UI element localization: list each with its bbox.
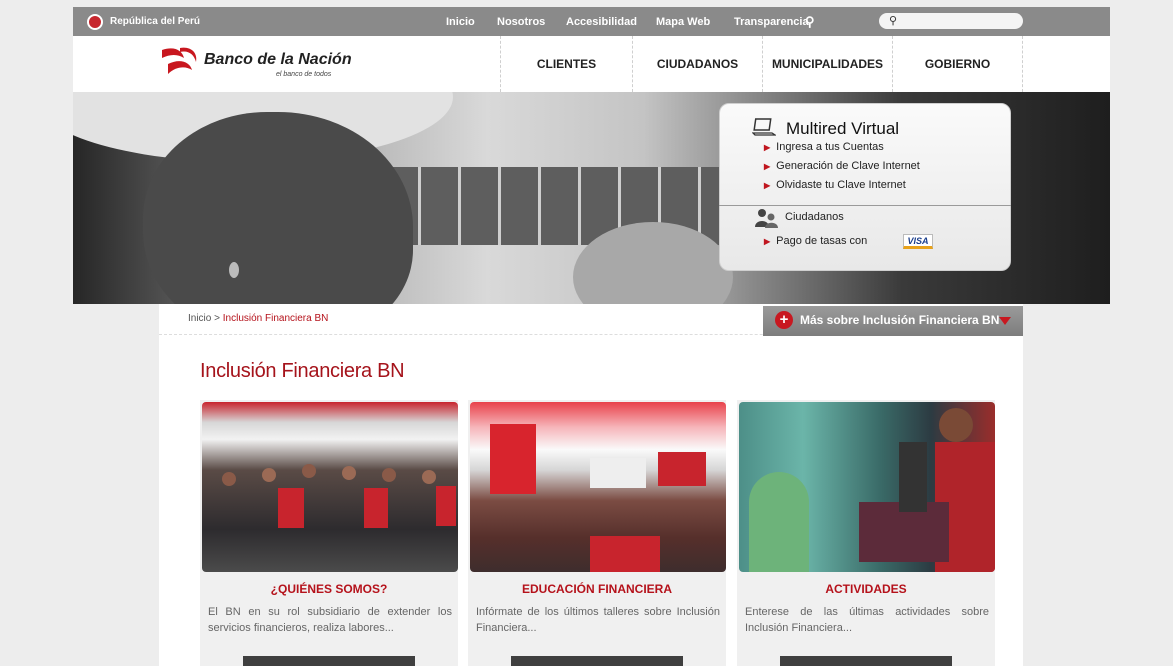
transparencia-search-icon: ⚲ — [805, 13, 815, 29]
peru-seal-icon — [87, 13, 103, 30]
citizens-label: Ciudadanos — [785, 211, 844, 223]
more-about-label: Más sobre Inclusión Financiera BN — [800, 313, 1000, 327]
nav-ciudadanos[interactable]: CIUDADANOS — [632, 36, 762, 92]
arrow-icon: ▶ — [764, 162, 771, 171]
bank-name[interactable]: Banco de la Nación — [204, 51, 352, 69]
card-photo-workshop[interactable] — [470, 402, 726, 572]
link-pago-tasas-label: Pago de tasas con — [776, 235, 868, 247]
link-generacion-clave[interactable]: ▶ Generación de Clave Internet — [764, 160, 920, 172]
citizens-icon — [755, 209, 778, 228]
arrow-icon: ▶ — [764, 143, 771, 152]
card-description: El BN en su rol subsidiario de extender … — [208, 606, 452, 634]
card-button[interactable] — [780, 656, 952, 666]
breadcrumb: Inicio > Inclusión Financiera BN — [188, 313, 328, 324]
arrow-icon: ▶ — [764, 181, 771, 190]
card-photo-activities[interactable] — [739, 402, 995, 572]
card-actividades[interactable]: ACTIVIDADES Enterese de las últimas acti… — [737, 400, 995, 666]
bank-logo-icon[interactable] — [160, 44, 200, 78]
search-icon: ⚲ — [889, 15, 898, 27]
breadcrumb-separator: > — [214, 313, 220, 324]
card-quienes-somos[interactable]: ¿QUIÉNES SOMOS? El BN en su rol subsidia… — [200, 400, 458, 666]
top-link-nosotros[interactable]: Nosotros — [497, 16, 545, 28]
card-title[interactable]: ¿QUIÉNES SOMOS? — [200, 582, 458, 596]
link-pago-tasas[interactable]: ▶ Pago de tasas con — [764, 235, 867, 247]
card-button[interactable] — [511, 656, 683, 666]
nav-gobierno[interactable]: GOBIERNO — [892, 36, 1023, 92]
link-ingresa-cuentas-label: Ingresa a tus Cuentas — [776, 141, 884, 153]
card-button[interactable] — [243, 656, 415, 666]
card-description: Enterese de las últimas actividades sobr… — [745, 606, 989, 634]
nav-municipalidades[interactable]: MUNICIPALIDADES — [762, 36, 892, 92]
card-description: Infórmate de los últimos talleres sobre … — [476, 606, 720, 634]
link-generacion-clave-label: Generación de Clave Internet — [776, 160, 920, 172]
plus-icon: + — [775, 311, 793, 329]
card-title[interactable]: ACTIVIDADES — [737, 582, 995, 596]
page-title: Inclusión Financiera BN — [200, 360, 405, 382]
government-label: República del Perú — [110, 16, 201, 27]
link-ingresa-cuentas[interactable]: ▶ Ingresa a tus Cuentas — [764, 141, 884, 153]
top-link-mapa-web[interactable]: Mapa Web — [656, 16, 710, 28]
multired-title: Multired Virtual — [786, 119, 900, 138]
link-olvidaste-clave-label: Olvidaste tu Clave Internet — [776, 179, 906, 191]
breadcrumb-home[interactable]: Inicio — [188, 313, 211, 324]
card-title[interactable]: EDUCACIÓN FINANCIERA — [468, 582, 726, 596]
bank-tagline: el banco de todos — [276, 71, 332, 78]
caret-down-icon[interactable] — [999, 317, 1011, 325]
card-photo-group[interactable] — [202, 402, 458, 572]
link-olvidaste-clave[interactable]: ▶ Olvidaste tu Clave Internet — [764, 179, 906, 191]
laptop-icon — [752, 118, 776, 136]
top-link-transparencia[interactable]: Transparencia — [734, 16, 809, 28]
multired-divider — [719, 205, 1011, 206]
hero-earring — [229, 262, 239, 278]
nav-clientes[interactable]: CLIENTES — [500, 36, 632, 92]
top-link-inicio[interactable]: Inicio — [446, 16, 475, 28]
breadcrumb-current: Inclusión Financiera BN — [222, 313, 329, 324]
government-link[interactable]: República del Perú — [87, 7, 200, 36]
arrow-icon: ▶ — [764, 237, 771, 246]
search-input[interactable]: ⚲ — [879, 13, 1023, 29]
top-link-accesibilidad[interactable]: Accesibilidad — [566, 16, 637, 28]
visa-logo[interactable]: VISA — [903, 234, 933, 249]
card-educacion-financiera[interactable]: EDUCACIÓN FINANCIERA Infórmate de los úl… — [468, 400, 726, 666]
